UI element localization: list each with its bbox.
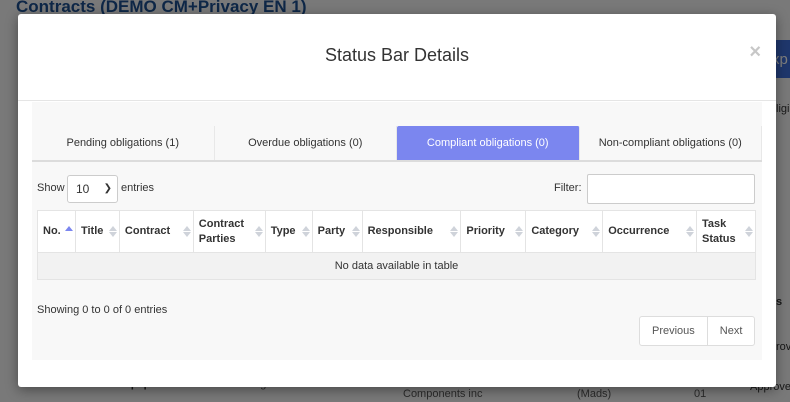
modal-body: Pending obligations (1) Overdue obligati… [32,102,762,360]
column-header-task-status[interactable]: Task Status [696,210,756,253]
column-header-no[interactable]: No. [37,210,76,253]
length-show-label: Show [37,182,65,194]
sort-icon [351,225,360,238]
sort-icon [745,225,753,238]
column-header-category[interactable]: Category [525,210,604,253]
column-header-contract[interactable]: Contract [118,210,194,253]
sort-icon [301,225,310,238]
tab-overdue-obligations[interactable]: Overdue obligations (0) [215,126,397,160]
obligations-table: No. Title Contract Contract Parties Type… [37,210,756,280]
sort-icon [108,225,117,238]
pagination: Previous Next [639,316,756,346]
modal-title: Status Bar Details [324,45,470,65]
next-page-button[interactable]: Next [706,317,755,345]
column-header-responsible[interactable]: Responsible [361,210,462,253]
tab-compliant-obligations[interactable]: Compliant obligations (0) [397,126,580,160]
entries-length-value: 10 [76,182,90,196]
filter-input[interactable] [587,174,755,204]
sort-icon [182,225,191,238]
table-header-row: No. Title Contract Contract Parties Type… [37,210,756,253]
table-info: Showing 0 to 0 of 0 entries [37,304,168,316]
close-icon[interactable]: × [749,41,761,64]
sort-icon [686,225,695,238]
column-header-contract-parties[interactable]: Contract Parties [192,210,266,253]
previous-page-button[interactable]: Previous [640,317,707,345]
sort-icon [592,225,601,238]
column-header-party[interactable]: Party [311,210,363,253]
filter-label: Filter: [554,182,582,194]
empty-table-message: No data available in table [37,252,756,280]
column-header-occurrence[interactable]: Occurrence [602,210,698,253]
tab-pending-obligations[interactable]: Pending obligations (1) [32,126,215,160]
modal-header: Status Bar Details × [18,14,776,101]
column-header-title[interactable]: Title [74,210,120,253]
length-entries-label: entries [121,182,155,194]
obligation-tabs: Pending obligations (1) Overdue obligati… [32,126,762,162]
table-row: No data available in table [37,252,756,280]
tab-non-compliant-obligations[interactable]: Non-compliant obligations (0) [580,126,762,160]
column-header-type[interactable]: Type [264,210,313,253]
chevron-down-icon: ❯ [103,183,112,194]
entries-length-select[interactable]: 10 ❯ [67,175,118,203]
sort-icon [254,225,263,238]
column-header-priority[interactable]: Priority [460,210,527,253]
sort-icon [515,225,524,238]
sort-icon [64,225,73,232]
sort-icon [450,225,459,238]
status-bar-details-modal: Status Bar Details × Pending obligations… [18,14,776,387]
